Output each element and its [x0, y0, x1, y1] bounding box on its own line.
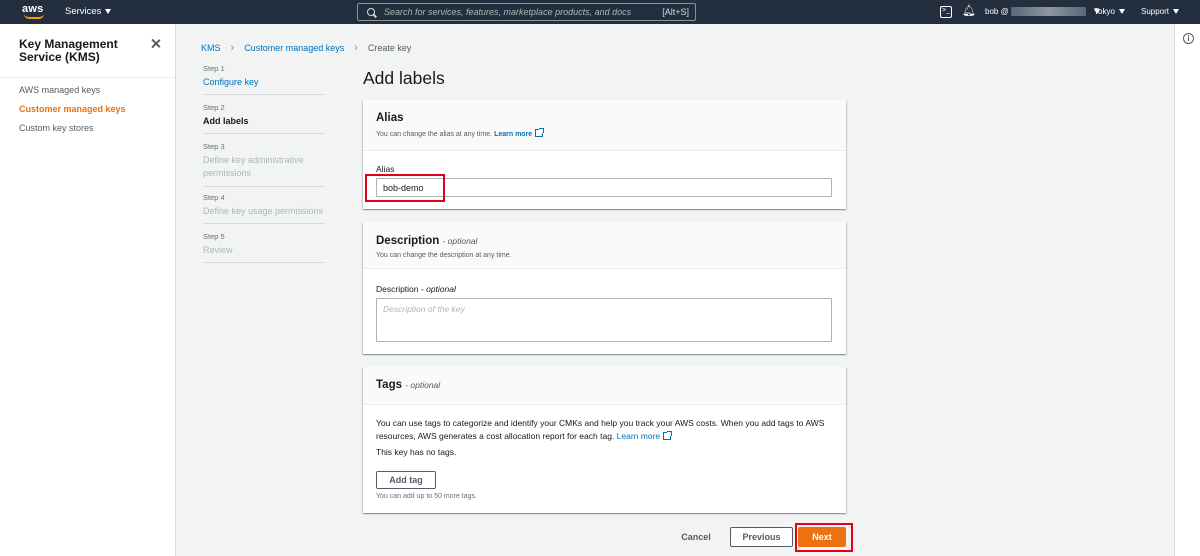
chevron-right-icon: ›	[230, 42, 235, 54]
notifications-bell-icon[interactable]: 🔔︎	[962, 4, 976, 17]
global-search-input[interactable]	[384, 7, 654, 17]
alias-panel-description: You can change the alias at any time. Le…	[376, 128, 545, 138]
support-menu[interactable]: Support	[1141, 7, 1180, 16]
description-title-text: Description	[376, 235, 440, 247]
tags-title-optional: - optional	[405, 380, 441, 390]
step-label-usage-permissions: Define key usage permissions	[203, 206, 324, 216]
sidebar-title: Key Management Service (KMS)	[19, 37, 118, 64]
external-link-icon	[663, 430, 673, 440]
description-field-label-text: Description	[376, 284, 419, 294]
global-search-box[interactable]: [Alt+S]	[357, 3, 696, 21]
tags-panel: Tags - optional You can use tags to cate…	[363, 367, 846, 513]
tags-learn-more-link[interactable]: Learn more	[617, 431, 660, 441]
services-label: Services	[65, 6, 102, 17]
tags-panel-title: Tags - optional	[376, 379, 440, 391]
external-link-icon	[535, 128, 545, 137]
caret-down-icon	[105, 8, 112, 14]
step-number: Step 3	[203, 142, 225, 151]
kms-sidebar: Key Management Service (KMS) AWS managed…	[0, 24, 176, 556]
step-number: Step 5	[203, 232, 225, 241]
step-link-configure-key[interactable]: Configure key	[203, 76, 325, 89]
highlight-box-alias	[365, 174, 445, 202]
tags-body-text: You can use tags to categorize and ident…	[376, 418, 825, 441]
sidebar-divider	[0, 77, 175, 78]
page-title: Add labels	[363, 68, 445, 88]
description-panel: Description - optional You can change th…	[363, 222, 846, 354]
caret-down-icon	[1118, 9, 1125, 15]
step-label-review: Review	[203, 245, 233, 255]
wizard-step-4: Step 4 Define key usage permissions	[203, 193, 325, 224]
wizard-step-1: Step 1 Configure key	[203, 64, 325, 95]
wizard-step-2: Step 2 Add labels	[203, 103, 325, 134]
region-selector[interactable]: Tokyo	[1094, 7, 1125, 16]
description-textarea[interactable]	[376, 298, 832, 342]
step-label-add-labels: Add labels	[203, 116, 249, 126]
description-panel-header: Description - optional You can change th…	[363, 222, 846, 269]
alias-description-text: You can change the alias at any time.	[376, 131, 493, 138]
alias-learn-more-link[interactable]: Learn more	[494, 131, 532, 138]
breadcrumb-kms[interactable]: KMS	[201, 43, 221, 53]
search-icon	[367, 7, 376, 17]
caret-down-icon	[1173, 9, 1180, 15]
add-tag-button[interactable]: Add tag	[376, 471, 436, 489]
aws-smile-icon	[24, 14, 44, 19]
top-navigation-bar: aws Services [Alt+S] >_ 🔔︎ bob @ Tokyo S…	[0, 0, 1200, 24]
alias-panel-title: Alias	[376, 112, 404, 124]
tags-panel-header: Tags - optional	[363, 367, 846, 405]
step-label-admin-permissions: Define key administrative permissions	[203, 155, 304, 178]
account-menu[interactable]: bob @	[985, 7, 1100, 17]
alias-field-label: Alias	[376, 164, 395, 174]
description-field-label-optional: - optional	[420, 284, 456, 294]
aws-logo[interactable]: aws	[22, 3, 46, 21]
close-sidebar-icon[interactable]	[150, 38, 161, 49]
step-number: Step 4	[203, 193, 225, 202]
redacted-account-id	[1010, 7, 1086, 17]
description-panel-title: Description - optional	[376, 235, 477, 247]
info-icon[interactable]: i	[1183, 33, 1194, 44]
region-label: Tokyo	[1094, 7, 1115, 16]
wizard-step-3: Step 3 Define key administrative permiss…	[203, 142, 325, 187]
help-panel-strip: i	[1174, 24, 1200, 556]
sidebar-item-custom-key-stores[interactable]: Custom key stores	[19, 123, 94, 133]
alias-panel-header: Alias You can change the alias at any ti…	[363, 100, 846, 151]
previous-button[interactable]: Previous	[730, 527, 793, 547]
no-tags-text: This key has no tags.	[376, 447, 457, 457]
account-user-label: bob @	[985, 7, 1009, 16]
breadcrumb-create-key: Create key	[367, 43, 412, 53]
step-number: Step 1	[203, 64, 225, 73]
step-number: Step 2	[203, 103, 225, 112]
tags-limit-note: You can add up to 50 more tags.	[376, 493, 477, 500]
sidebar-item-customer-managed-keys[interactable]: Customer managed keys	[19, 104, 126, 114]
sidebar-item-aws-managed-keys[interactable]: AWS managed keys	[19, 85, 100, 95]
chevron-right-icon: ›	[354, 42, 358, 54]
tags-title-text: Tags	[376, 379, 402, 391]
cloudshell-icon[interactable]: >_	[940, 6, 952, 18]
support-label: Support	[1141, 7, 1170, 16]
cancel-button[interactable]: Cancel	[670, 528, 722, 546]
description-title-optional: - optional	[442, 236, 478, 246]
services-menu-button[interactable]: Services	[65, 6, 112, 17]
highlight-box-next	[795, 523, 853, 552]
wizard-step-5: Step 5 Review	[203, 232, 325, 263]
breadcrumb-customer-managed-keys[interactable]: Customer managed keys	[244, 43, 344, 53]
description-field-label: Description - optional	[376, 284, 456, 294]
breadcrumb: KMS › Customer managed keys › Create key	[201, 42, 411, 54]
description-panel-description: You can change the description at any ti…	[376, 252, 512, 259]
search-shortcut-hint: [Alt+S]	[662, 7, 689, 17]
tags-help-text: You can use tags to categorize and ident…	[376, 417, 836, 442]
